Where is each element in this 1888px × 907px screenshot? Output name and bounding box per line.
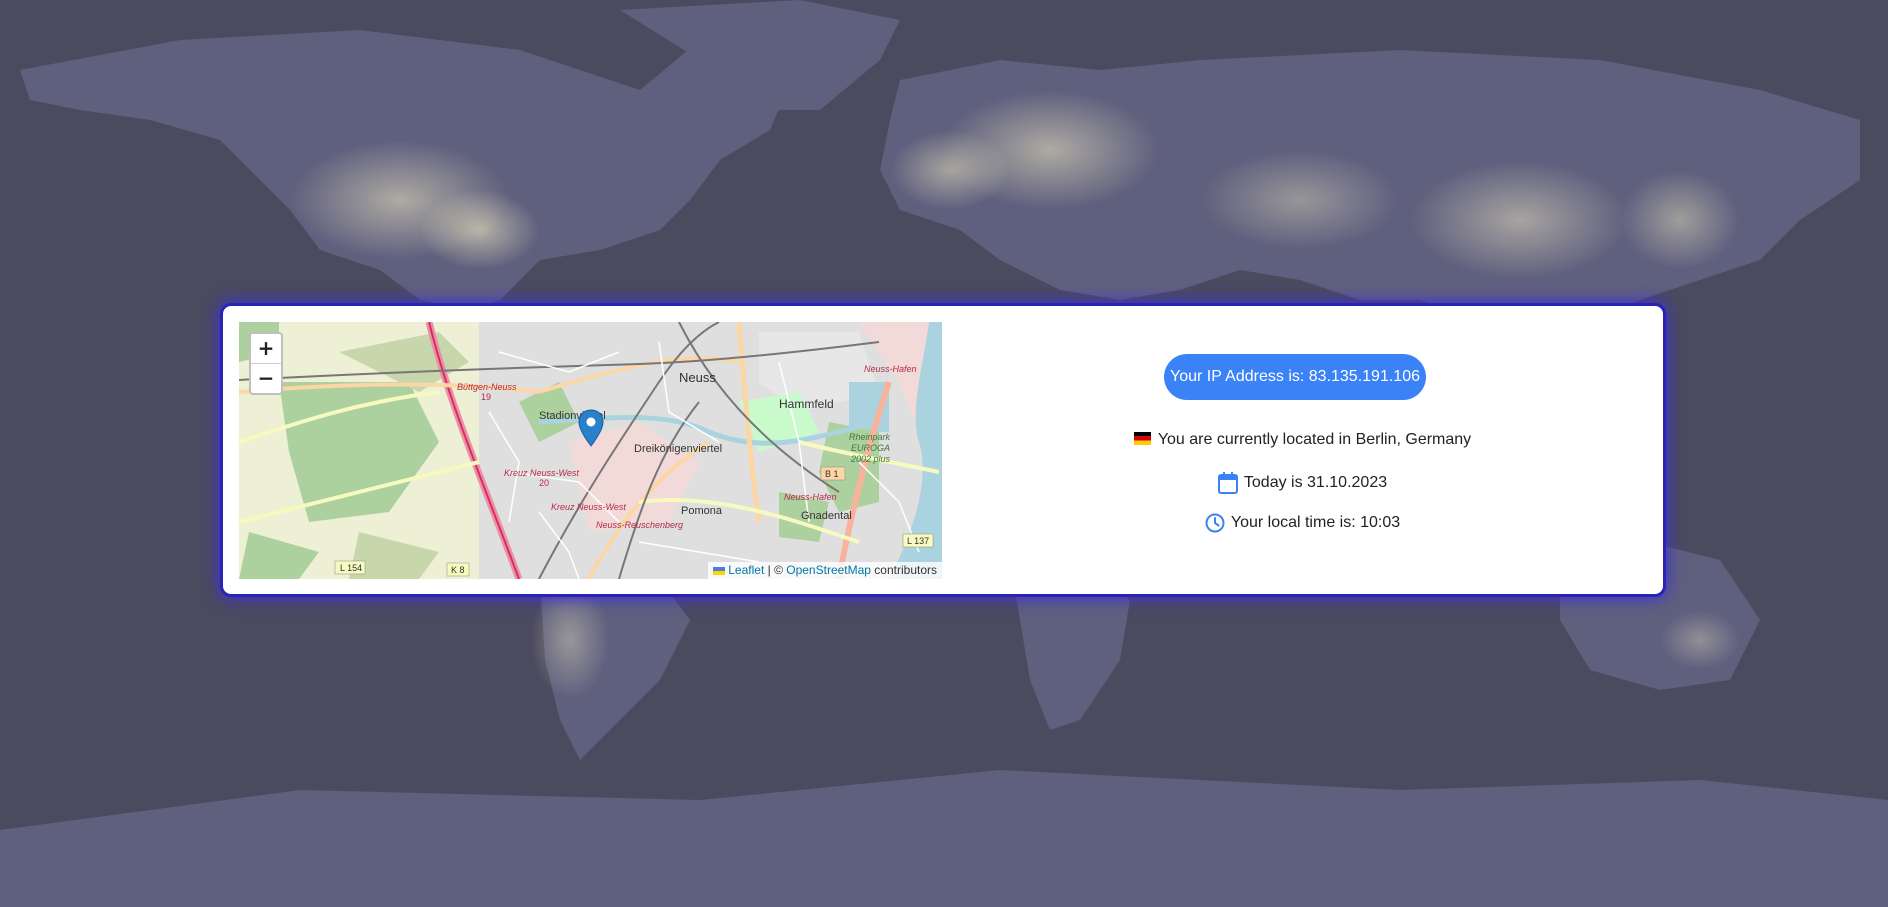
map-zoom-control: + − [249,332,283,395]
road-shield-k8: K 8 [451,565,465,575]
ip-info-card: Neuss Hammfeld Stadionviertel Dreikönige… [223,306,1663,594]
map-label-kreuz-west-20: 20 [539,478,549,488]
date-text: Today is 31.10.2023 [1243,474,1388,492]
date-row: Today is 31.10.2023 [942,472,1663,494]
attribution-suffix: contributors [870,563,937,577]
map-label-pomona: Pomona [681,505,723,517]
zoom-out-button[interactable]: − [251,363,281,393]
map-label-buttgen: Büttgen-Neuss [457,382,517,392]
clock-icon [1205,513,1225,533]
ip-address-button[interactable]: Your IP Address is: 83.135.191.106 [1164,354,1426,400]
map-label-kreuz-west-2: Kreuz Neuss-West [551,502,626,512]
location-map[interactable]: Neuss Hammfeld Stadionviertel Dreikönige… [239,322,942,579]
attribution-separator: | © [764,563,787,577]
map-label-hammfeld: Hammfeld [779,397,834,411]
map-label-euroga: EUROGA [851,443,890,453]
germany-flag-icon [1133,432,1151,445]
ukraine-flag-icon [713,566,726,575]
map-label-gnadental: Gnadental [801,510,852,522]
zoom-in-button[interactable]: + [251,334,281,363]
map-tiles[interactable]: Neuss Hammfeld Stadionviertel Dreikönige… [239,322,942,579]
map-label-rheinpark: Rheinpark [849,432,891,442]
map-label-neuss: Neuss [679,370,716,385]
leaflet-link[interactable]: Leaflet [728,563,764,577]
map-label-b19: 19 [481,392,491,402]
map-label-dreikoenigenviertel: Dreikönigenviertel [634,443,722,455]
map-attribution: Leaflet | © OpenStreetMap contributors [708,562,942,579]
road-shield-b1: B 1 [825,469,839,479]
map-label-reuschenberg: Neuss-Reuschenberg [596,520,683,530]
location-text: You are currently located in Berlin, Ger… [1157,431,1472,448]
road-shield-l154: L 154 [340,563,362,573]
time-row: Your local time is: 10:03 [942,513,1663,533]
map-label-neuss-hafen-top: Neuss-Hafen [864,364,917,374]
info-panel: Your IP Address is: 83.135.191.106 You a… [942,306,1663,594]
location-row: You are currently located in Berlin, Ger… [942,431,1663,449]
map-label-kreuz-west: Kreuz Neuss-West [504,468,579,478]
time-text: Your local time is: 10:03 [1230,514,1401,532]
openstreetmap-link[interactable]: OpenStreetMap [786,563,871,577]
road-shield-l137: L 137 [907,536,929,546]
map-label-2002plus: 2002 plus [850,454,891,464]
calendar-icon [1217,472,1238,494]
map-label-neuss-hafen-bottom: Neuss-Hafen [784,492,837,502]
